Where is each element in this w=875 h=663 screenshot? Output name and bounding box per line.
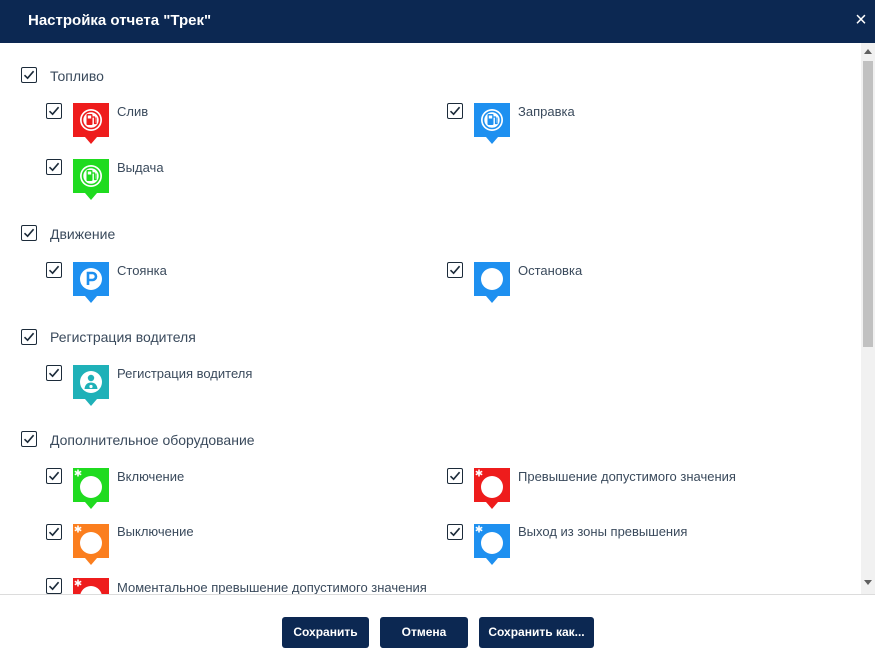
item-checkbox-sliv[interactable] (46, 103, 62, 119)
group-checkbox-movement[interactable] (21, 225, 37, 241)
group-checkbox-driver[interactable] (21, 329, 37, 345)
circle-star-icon (474, 524, 510, 569)
item-label-zapravka: Заправка (518, 104, 575, 119)
fuel-pump-icon (73, 159, 109, 204)
item-label-vydacha: Выдача (117, 160, 164, 175)
item-label-stop: Остановка (518, 263, 583, 278)
item-checkbox-exceed[interactable] (447, 468, 463, 484)
item-label-power-on: Включение (117, 469, 185, 484)
item-checkbox-exit-exceed[interactable] (447, 524, 463, 540)
circle-star-icon (474, 468, 510, 513)
circle-icon (474, 262, 510, 307)
item-label-parking: Стоянка (117, 263, 167, 278)
scroll-down-arrow-icon[interactable] (864, 580, 872, 585)
dialog-title: Настройка отчета "Трек" (28, 12, 212, 29)
item-checkbox-zapravka[interactable] (447, 103, 463, 119)
close-icon[interactable]: × (852, 10, 870, 30)
circle-star-icon (73, 578, 109, 594)
item-checkbox-power-on[interactable] (46, 468, 62, 484)
group-label-driver: Регистрация водителя (50, 329, 196, 345)
item-checkbox-parking[interactable] (46, 262, 62, 278)
item-checkbox-power-off[interactable] (46, 524, 62, 540)
parking-icon (73, 262, 109, 307)
group-label-fuel: Топливо (50, 68, 104, 84)
item-checkbox-stop[interactable] (447, 262, 463, 278)
group-checkbox-equipment[interactable] (21, 431, 37, 447)
group-label-equipment: Дополнительное оборудование (50, 432, 255, 448)
vertical-scrollbar[interactable] (861, 43, 875, 594)
item-checkbox-instant-exceed[interactable] (46, 578, 62, 594)
item-label-driver-registration: Регистрация водителя (117, 366, 253, 381)
footer-divider (0, 594, 875, 595)
dialog-title-bar: Настройка отчета "Трек" × (0, 0, 875, 43)
item-label-power-off: Выключение (117, 524, 194, 539)
circle-star-icon (73, 524, 109, 569)
group-checkbox-fuel[interactable] (21, 67, 37, 83)
fuel-pump-icon (73, 103, 109, 148)
item-checkbox-driver-registration[interactable] (46, 365, 62, 381)
item-checkbox-vydacha[interactable] (46, 159, 62, 175)
scroll-up-arrow-icon[interactable] (864, 49, 872, 54)
item-label-exceed: Превышение допустимого значения (518, 469, 736, 484)
item-label-exit-exceed: Выход из зоны превышения (518, 524, 688, 539)
scrollbar-thumb[interactable] (863, 61, 873, 347)
save-button[interactable]: Сохранить (282, 617, 369, 648)
report-settings-list[interactable]: Топливо Слив Заправка Выдача Движение Ст… (0, 43, 861, 594)
group-label-movement: Движение (50, 226, 116, 242)
cancel-button[interactable]: Отмена (380, 617, 468, 648)
circle-star-icon (73, 468, 109, 513)
driver-icon (73, 365, 109, 410)
item-label-sliv: Слив (117, 104, 149, 119)
fuel-pump-icon (474, 103, 510, 148)
item-label-instant-exceed: Моментальное превышение допустимого знач… (117, 580, 427, 594)
save-as-button[interactable]: Сохранить как... (479, 617, 594, 648)
